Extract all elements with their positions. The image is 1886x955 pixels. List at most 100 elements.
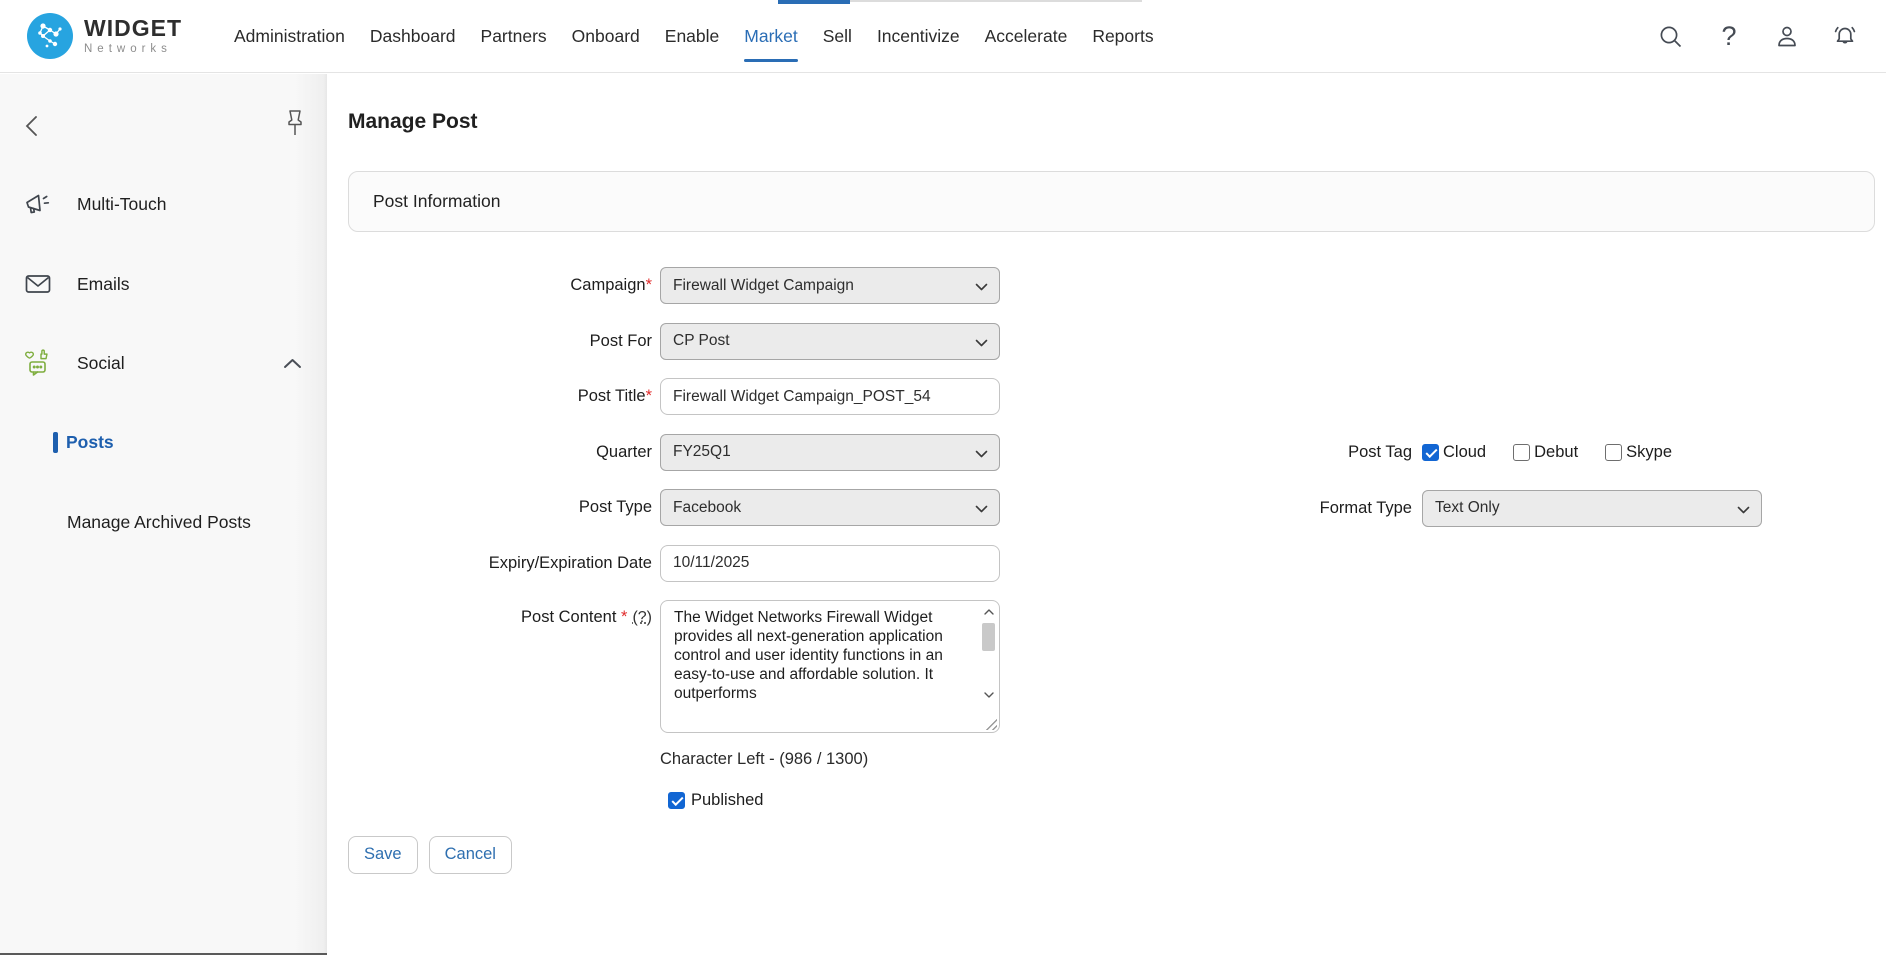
post-form-right: Post Tag Cloud Debut Skype	[1085, 434, 1865, 545]
megaphone-icon	[22, 188, 54, 220]
post-form-left: Campaign* Firewall Widget Campaign Post …	[348, 267, 1088, 874]
debut-label: Debut	[1534, 443, 1578, 462]
post-content-row: Post Content *(?) The Widget Networks Fi…	[348, 600, 1088, 733]
pin-icon[interactable]	[282, 107, 308, 141]
expiry-date-row: Expiry/Expiration Date	[348, 545, 1088, 582]
post-tag-label: Post Tag	[1085, 443, 1412, 462]
published-checkbox[interactable]	[668, 792, 685, 809]
character-count: Character Left - (986 / 1300)	[660, 750, 1088, 769]
chevron-down-icon	[975, 339, 988, 347]
sidebar-item-multi-touch[interactable]: Multi-Touch	[0, 184, 327, 224]
logo-icon	[27, 13, 73, 59]
help-glyph: ?	[1721, 23, 1736, 50]
chevron-down-icon	[975, 505, 988, 513]
nav-item-administration[interactable]: Administration	[234, 0, 345, 73]
nav-item-enable[interactable]: Enable	[665, 0, 720, 73]
quarter-label: Quarter	[348, 443, 652, 462]
format-type-row: Format Type Text Only	[1085, 490, 1865, 527]
nav-item-reports[interactable]: Reports	[1092, 0, 1153, 73]
required-asterisk: *	[646, 387, 652, 405]
brand-logo[interactable]: WIDGET Networks	[27, 13, 182, 59]
cloud-label: Cloud	[1443, 443, 1486, 462]
post-type-row: Post Type Facebook	[348, 489, 1088, 526]
nav-item-incentivize[interactable]: Incentivize	[877, 0, 960, 73]
section-title: Post Information	[373, 191, 500, 212]
sidebar-item-manage-archived-posts[interactable]: Manage Archived Posts	[67, 512, 251, 533]
post-type-label: Post Type	[348, 498, 652, 517]
post-title-input[interactable]	[660, 378, 1000, 415]
post-content-label: Post Content *(?)	[348, 608, 652, 627]
page-title: Manage Post	[348, 110, 478, 134]
cloud-checkbox[interactable]	[1422, 444, 1439, 461]
main-menu: Administration Dashboard Partners Onboar…	[234, 0, 1154, 73]
scroll-down-icon[interactable]	[980, 686, 997, 703]
form-actions: Save Cancel	[348, 836, 1088, 874]
published-row: Published	[668, 791, 1088, 810]
required-asterisk: *	[646, 276, 652, 294]
post-tag-option-cloud: Cloud	[1422, 443, 1486, 462]
post-tag-option-debut: Debut	[1513, 443, 1578, 462]
sidebar-item-social[interactable]: Social	[0, 343, 327, 383]
brand-name: WIDGET	[84, 17, 182, 40]
social-icon	[22, 347, 54, 379]
sidebar-item-label: Emails	[77, 274, 130, 295]
post-type-select[interactable]: Facebook	[660, 489, 1000, 526]
debut-checkbox[interactable]	[1513, 444, 1530, 461]
nav-item-sell[interactable]: Sell	[823, 0, 852, 73]
scrollbar-thumb[interactable]	[982, 623, 995, 651]
campaign-select-value: Firewall Widget Campaign	[673, 277, 854, 295]
nav-item-onboard[interactable]: Onboard	[572, 0, 640, 73]
post-for-select-value: CP Post	[673, 332, 730, 350]
post-content-help[interactable]: (?)	[632, 609, 652, 626]
sidebar-collapse-icon[interactable]	[22, 114, 44, 138]
post-title-label: Post Title*	[348, 387, 652, 406]
format-type-select[interactable]: Text Only	[1422, 490, 1762, 527]
required-asterisk: *	[621, 608, 627, 626]
chevron-up-icon[interactable]	[283, 358, 302, 369]
sidebar: Multi-Touch Emails	[0, 74, 327, 955]
post-tag-option-skype: Skype	[1605, 443, 1672, 462]
nav-item-partners[interactable]: Partners	[481, 0, 547, 73]
campaign-row: Campaign* Firewall Widget Campaign	[348, 267, 1088, 304]
post-content-textarea[interactable]: The Widget Networks Firewall Widget prov…	[660, 600, 1000, 733]
campaign-label: Campaign*	[348, 276, 652, 295]
scroll-up-icon[interactable]	[980, 603, 997, 620]
chevron-down-icon	[975, 450, 988, 458]
notifications-icon[interactable]	[1831, 23, 1859, 51]
nav-item-accelerate[interactable]: Accelerate	[985, 0, 1068, 73]
post-tag-options: Cloud Debut Skype	[1422, 443, 1672, 462]
textarea-scrollbar[interactable]	[980, 603, 997, 703]
nav-item-dashboard[interactable]: Dashboard	[370, 0, 456, 73]
user-icon[interactable]	[1773, 23, 1801, 51]
help-icon[interactable]: ?	[1715, 23, 1743, 51]
quarter-select-value: FY25Q1	[673, 443, 731, 461]
format-type-label: Format Type	[1085, 499, 1412, 518]
nav-item-market[interactable]: Market	[744, 0, 797, 73]
expiry-date-input[interactable]	[660, 545, 1000, 582]
top-icon-group: ?	[1657, 0, 1859, 73]
format-type-select-value: Text Only	[1435, 499, 1500, 517]
skype-checkbox[interactable]	[1605, 444, 1622, 461]
search-icon[interactable]	[1657, 23, 1685, 51]
post-information-panel: Post Information	[348, 171, 1875, 232]
post-title-row: Post Title*	[348, 378, 1088, 415]
post-for-row: Post For CP Post	[348, 323, 1088, 360]
sidebar-item-emails[interactable]: Emails	[0, 264, 327, 304]
cancel-button[interactable]: Cancel	[429, 836, 512, 874]
chevron-down-icon	[1737, 506, 1750, 514]
chevron-down-icon	[975, 283, 988, 291]
post-content-text[interactable]: The Widget Networks Firewall Widget prov…	[661, 601, 977, 732]
post-tag-row: Post Tag Cloud Debut Skype	[1085, 434, 1865, 471]
skype-label: Skype	[1626, 443, 1672, 462]
sidebar-item-label: Multi-Touch	[77, 194, 166, 215]
sidebar-item-posts[interactable]: Posts	[66, 432, 114, 453]
campaign-select[interactable]: Firewall Widget Campaign	[660, 267, 1000, 304]
post-for-label: Post For	[348, 332, 652, 351]
top-navigation-bar: WIDGET Networks Administration Dashboard…	[0, 0, 1886, 73]
save-button[interactable]: Save	[348, 836, 418, 874]
brand-subname: Networks	[84, 44, 182, 56]
resize-grip-icon[interactable]	[984, 717, 997, 730]
post-for-select[interactable]: CP Post	[660, 323, 1000, 360]
app-window: WIDGET Networks Administration Dashboard…	[0, 0, 1886, 955]
quarter-select[interactable]: FY25Q1	[660, 434, 1000, 471]
